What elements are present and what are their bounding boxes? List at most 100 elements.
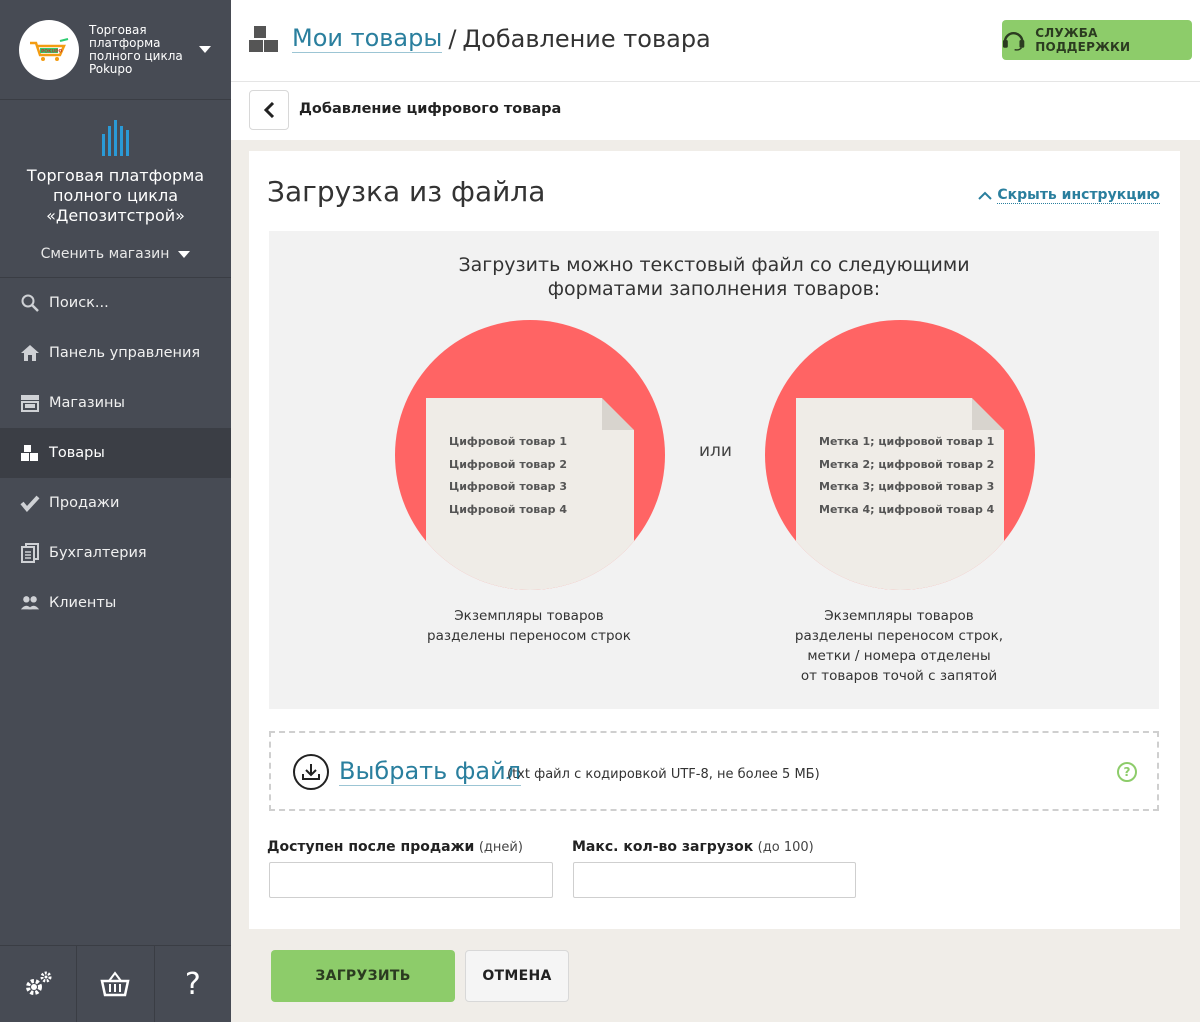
nav-accounting[interactable]: Бухгалтерия: [0, 528, 231, 578]
choose-file-hint: (txt файл с кодировкой UTF-8, не более 5…: [507, 767, 820, 782]
page-title: Добавление цифрового товара: [299, 101, 562, 117]
max-downloads-label: Макс. кол-во загрузок (до 100): [572, 839, 814, 855]
sub-header: Добавление цифрового товара: [231, 82, 1200, 140]
nav-clients[interactable]: Клиенты: [0, 578, 231, 628]
users-icon: [20, 593, 40, 613]
caption-line: разделены переносом строк,: [794, 628, 1004, 644]
nav-label: Бухгалтерия: [49, 545, 147, 561]
help-button[interactable]: ?: [155, 946, 231, 1022]
store-logo: POKUPO: [19, 19, 79, 80]
search-icon: [20, 293, 40, 313]
breadcrumb: Мои товары / Добавление товара: [248, 24, 711, 53]
field-label-note: (до 100): [757, 840, 814, 855]
or-label: или: [699, 441, 732, 461]
home-icon: [20, 343, 40, 363]
boxes-icon: [249, 25, 278, 52]
basket-button[interactable]: [77, 946, 155, 1022]
sidebar-footer: ?: [0, 945, 231, 1022]
support-button[interactable]: СЛУЖБА ПОДДЕРЖКИ: [1002, 20, 1192, 60]
chevron-up-icon: [978, 191, 993, 200]
support-label: СЛУЖБА ПОДДЕРЖКИ: [1035, 26, 1131, 54]
store-icon: [20, 393, 40, 413]
boxes-icon: [20, 443, 40, 463]
field-label-text: Доступен после продажи: [267, 839, 475, 855]
example-lines: Цифровой товар 1 Цифровой товар 2 Цифров…: [449, 431, 567, 521]
example-line: Метка 4; цифровой товар 4: [819, 502, 995, 516]
nav-search[interactable]: Поиск...: [0, 278, 231, 328]
field-label-note: (дней): [478, 840, 523, 855]
svg-text:POKUPO: POKUPO: [41, 48, 62, 54]
brand-title: Торговая платформа полного цикла «Депози…: [26, 166, 205, 225]
change-store-button[interactable]: Сменить магазин: [41, 246, 191, 262]
example-line: Метка 2; цифровой товар 2: [819, 457, 995, 471]
caption-line: Экземпляры товаров: [454, 608, 604, 624]
nav-products[interactable]: Товары: [0, 428, 231, 478]
available-days-label: Доступен после продажи (дней): [267, 839, 523, 855]
example-line: Метка 1; цифровой товар 1: [819, 435, 995, 448]
example-simple-caption: Экземпляры товаров разделены переносом с…: [389, 606, 669, 646]
store-switcher[interactable]: POKUPO Торговая платформа полного цикла …: [0, 0, 231, 100]
nav-label: Поиск...: [49, 295, 109, 311]
hide-instructions-link[interactable]: Скрыть инструкцию: [978, 187, 1160, 204]
example-labeled-caption: Экземпляры товаров разделены переносом с…: [759, 606, 1039, 686]
chevron-down-icon: [199, 46, 211, 53]
available-days-input[interactable]: [269, 862, 553, 898]
breadcrumb-current: Добавление товара: [462, 24, 711, 53]
upload-button[interactable]: ЗАГРУЗИТЬ: [271, 950, 455, 1002]
question-icon: ?: [184, 966, 201, 1002]
example-simple-illustration: Цифровой товар 1 Цифровой товар 2 Цифров…: [395, 320, 665, 590]
upload-card: Загрузка из файла Скрыть инструкцию Загр…: [249, 151, 1180, 929]
help-icon[interactable]: ?: [1117, 762, 1137, 782]
example-line: Цифровой товар 4: [449, 502, 567, 516]
instructions-panel: Загрузить можно текстовый файл со следую…: [269, 231, 1159, 709]
breadcrumb-products-link[interactable]: Мои товары: [292, 24, 443, 53]
gears-icon: [26, 971, 52, 995]
caption-line: разделены переносом строк: [427, 628, 631, 644]
example-line: Цифровой товар 1: [449, 435, 567, 448]
nav-sales[interactable]: Продажи: [0, 478, 231, 528]
document-icon: Цифровой товар 1 Цифровой товар 2 Цифров…: [426, 398, 634, 590]
store-name: Торговая платформа полного цикла Pokupo: [89, 22, 183, 76]
basket-icon: [100, 971, 131, 997]
instructions-heading: Загрузить можно текстовый файл со следую…: [269, 253, 1159, 301]
nav-dashboard[interactable]: Панель управления: [0, 328, 231, 378]
file-drop-zone[interactable]: Выбрать файл (txt файл с кодировкой UTF-…: [269, 731, 1159, 811]
sidebar: POKUPO Торговая платформа полного цикла …: [0, 0, 231, 1022]
max-downloads-input[interactable]: [573, 862, 856, 898]
brand-logo-icon: [0, 120, 231, 156]
caption-line: от товаров точой с запятой: [800, 668, 998, 684]
example-lines: Метка 1; цифровой товар 1 Метка 2; цифро…: [819, 431, 994, 521]
breadcrumb-separator: /: [448, 24, 457, 53]
example-line: Цифровой товар 2: [449, 457, 567, 471]
hide-instructions-label: Скрыть инструкцию: [997, 187, 1160, 204]
document-icon: Метка 1; цифровой товар 1 Метка 2; цифро…: [796, 398, 1004, 590]
nav-label: Магазины: [49, 395, 125, 411]
nav-label: Товары: [49, 445, 105, 461]
cancel-button[interactable]: ОТМЕНА: [465, 950, 569, 1002]
download-icon[interactable]: [293, 754, 329, 790]
check-icon: [20, 493, 40, 513]
nav-label: Продажи: [49, 495, 120, 511]
change-store-label: Сменить магазин: [40, 246, 170, 262]
instructions-heading-line: Загрузить можно текстовый файл со следую…: [458, 254, 970, 276]
caption-line: Экземпляры товаров: [824, 608, 974, 624]
documents-icon: [20, 543, 40, 563]
nav-label: Панель управления: [49, 345, 201, 361]
card-title: Загрузка из файла: [267, 175, 546, 208]
top-bar: Мои товары / Добавление товара СЛУЖБА ПО…: [231, 0, 1200, 82]
example-labeled-illustration: Метка 1; цифровой товар 1 Метка 2; цифро…: [765, 320, 1035, 590]
settings-button[interactable]: [0, 946, 78, 1022]
nav-label: Клиенты: [49, 595, 117, 611]
brand-block: Торговая платформа полного цикла «Депози…: [0, 100, 231, 278]
headset-icon: [1002, 32, 1025, 51]
example-line: Метка 3; цифровой товар 3: [819, 480, 995, 493]
caption-line: метки / номера отделены: [807, 648, 991, 664]
instructions-heading-line: форматами заполнения товаров:: [547, 278, 881, 300]
chevron-left-icon: [263, 102, 275, 118]
chevron-down-icon: [178, 250, 191, 258]
nav-stores[interactable]: Магазины: [0, 378, 231, 428]
example-line: Цифровой товар 3: [449, 480, 567, 493]
back-button[interactable]: [249, 90, 289, 130]
choose-file-link[interactable]: Выбрать файл: [339, 757, 522, 786]
field-label-text: Макс. кол-во загрузок: [572, 839, 754, 855]
